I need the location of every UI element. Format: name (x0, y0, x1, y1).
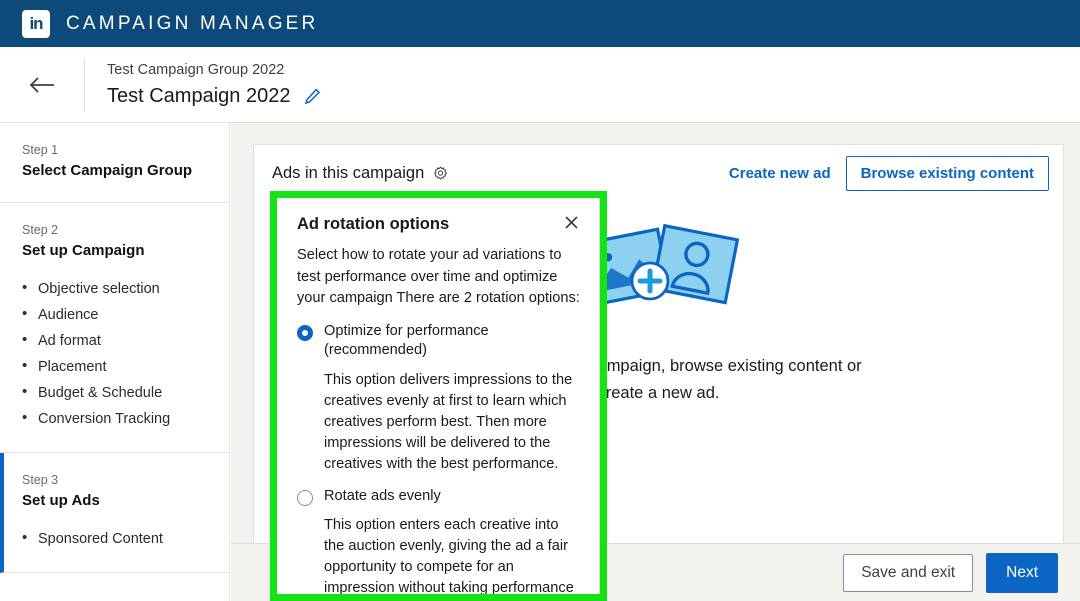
campaign-manager-app: in CAMPAIGN MANAGER Test Campaign Group … (0, 0, 1080, 601)
sidebar-item-sponsored-content[interactable]: Sponsored Content (22, 525, 229, 552)
steps-sidebar: Step 1 Select Campaign Group Step 2 Set … (0, 123, 230, 601)
page-title: Test Campaign 2022 (107, 84, 291, 107)
sidebar-item-audience[interactable]: Audience (22, 301, 229, 328)
ad-rotation-options-popover: Ad rotation options Select how to rotate… (277, 198, 600, 601)
browse-existing-content-button[interactable]: Browse existing content (845, 155, 1049, 191)
radio-rotate-ads-evenly[interactable] (297, 489, 313, 506)
rotation-option-rotate-evenly[interactable]: Rotate ads evenly This option enters eac… (297, 487, 581, 601)
campaign-group-name: Test Campaign Group 2022 (107, 61, 285, 78)
step-2-sublist: Objective selection Audience Ad format P… (22, 275, 229, 432)
step-title: Select Campaign Group (22, 162, 193, 179)
next-button[interactable]: Next (986, 552, 1058, 593)
create-new-ad-button[interactable]: Create new ad (729, 165, 831, 182)
step-number: Step 3 (22, 473, 59, 487)
sidebar-item-ad-format[interactable]: Ad format (22, 327, 229, 354)
sidebar-item-objective-selection[interactable]: Objective selection (22, 275, 229, 302)
option-description: This option enters each creative into th… (324, 517, 574, 596)
step-number: Step 1 (22, 143, 59, 157)
popover-title: Ad rotation options (297, 215, 450, 233)
step-title: Set up Campaign (22, 242, 145, 259)
linkedin-logo-icon: in (22, 9, 50, 38)
sidebar-item-conversion-tracking[interactable]: Conversion Tracking (22, 405, 229, 432)
sidebar-step-1[interactable]: Step 1 Select Campaign Group (0, 123, 229, 203)
campaign-header: Test Campaign Group 2022 Test Campaign 2… (0, 47, 1080, 123)
option-label: Optimize for performance (recommended) (324, 322, 489, 359)
ads-card-header: Ads in this campaign Create new ad Brows… (254, 145, 1063, 201)
popover-intro-text: Select how to rotate your ad variations … (297, 247, 580, 306)
close-icon[interactable] (562, 212, 581, 235)
step-number: Step 2 (22, 223, 59, 237)
sidebar-step-3[interactable]: Step 3 Set up Ads Sponsored Content (0, 453, 229, 573)
step-title: Set up Ads (22, 492, 100, 509)
option-description: This option delivers impressions to the … (324, 371, 573, 472)
campaign-text-block: Test Campaign Group 2022 Test Campaign 2… (85, 60, 321, 110)
radio-optimize-for-performance[interactable] (297, 324, 313, 341)
rotation-option-optimize[interactable]: Optimize for performance (recommended) T… (297, 322, 581, 475)
sidebar-item-placement[interactable]: Placement (22, 353, 229, 380)
ads-card-title: Ads in this campaign (272, 163, 425, 182)
sidebar-item-budget-schedule[interactable]: Budget & Schedule (22, 379, 229, 406)
gear-icon[interactable] (433, 165, 448, 181)
back-button[interactable] (0, 47, 84, 122)
top-brand-bar: in CAMPAIGN MANAGER (0, 0, 1080, 47)
arrow-left-icon (29, 76, 54, 93)
app-title: CAMPAIGN MANAGER (66, 12, 319, 34)
sidebar-step-2[interactable]: Step 2 Set up Campaign Objective selecti… (0, 203, 229, 453)
pencil-icon[interactable] (304, 88, 321, 105)
save-and-exit-button[interactable]: Save and exit (843, 553, 974, 592)
step-3-sublist: Sponsored Content (22, 525, 229, 552)
option-label: Rotate ads evenly (324, 487, 441, 504)
